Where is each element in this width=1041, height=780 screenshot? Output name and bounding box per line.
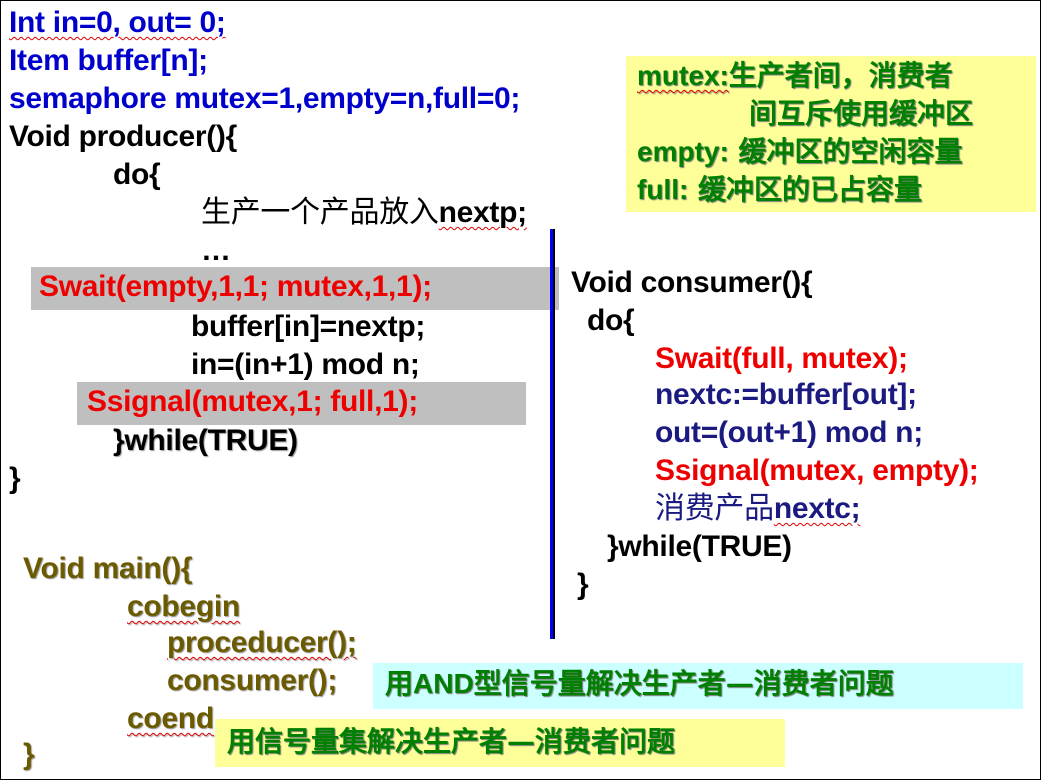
producer-incr: in=(in+1) mod n; [191, 348, 420, 381]
caption-and-semaphore: 用AND型信号量解决生产者—消费者问题 [385, 667, 894, 700]
decl-line-2: Item buffer[n]; [9, 44, 208, 77]
consumer-header: Void consumer(){ [571, 266, 813, 299]
producer-while: }while(TRUE) [113, 424, 298, 457]
note-empty: empty: 缓冲区的空闲容量 [637, 135, 963, 168]
producer-produce-line: 生产一个产品放入nextp; [201, 195, 527, 230]
producer-header: Void producer(){ [9, 120, 237, 153]
note-mutex-cont: 间互斥使用缓冲区 [749, 97, 974, 130]
consumer-take: nextc:=buffer[out]; [655, 378, 917, 411]
main-header: Void main(){ [23, 552, 193, 585]
decl-line-1: Int in=0, out= 0; [9, 6, 226, 39]
producer-ssignal: Ssignal(mutex,1; full,1); [87, 385, 418, 418]
main-coend: coend [127, 702, 214, 735]
consumer-incr: out=(out+1) mod n; [655, 416, 923, 449]
consumer-consume-line: 消费产品nextc; [655, 491, 861, 526]
decl-line-3: semaphore mutex=1,empty=n,full=0; [9, 82, 521, 115]
producer-assign: buffer[in]=nextp; [191, 310, 426, 343]
consumer-while: }while(TRUE) [607, 530, 792, 563]
main-close: } [23, 738, 35, 771]
note-full: full: 缓冲区的已占容量 [637, 173, 923, 206]
main-call-producer: proceducer(); [167, 626, 357, 659]
producer-do: do{ [113, 158, 161, 191]
producer-ellipsis: … [201, 234, 231, 267]
producer-close: } [9, 462, 21, 495]
note-mutex: mutex:生产者间，消费者 [637, 59, 953, 92]
divider-line-shadow [553, 229, 555, 639]
slide: Int in=0, out= 0; Item buffer[n]; semaph… [0, 0, 1041, 780]
main-cobegin: cobegin [127, 590, 240, 623]
consumer-swait: Swait(full, mutex); [655, 342, 908, 375]
consumer-close: } [577, 568, 589, 601]
main-call-consumer: consumer(); [167, 664, 338, 697]
caption-semaphore-set: 用信号量集解决生产者—消费者问题 [227, 725, 676, 758]
producer-swait: Swait(empty,1,1; mutex,1,1); [39, 270, 432, 303]
consumer-ssignal: Ssignal(mutex, empty); [655, 454, 979, 487]
consumer-do: do{ [587, 304, 635, 337]
